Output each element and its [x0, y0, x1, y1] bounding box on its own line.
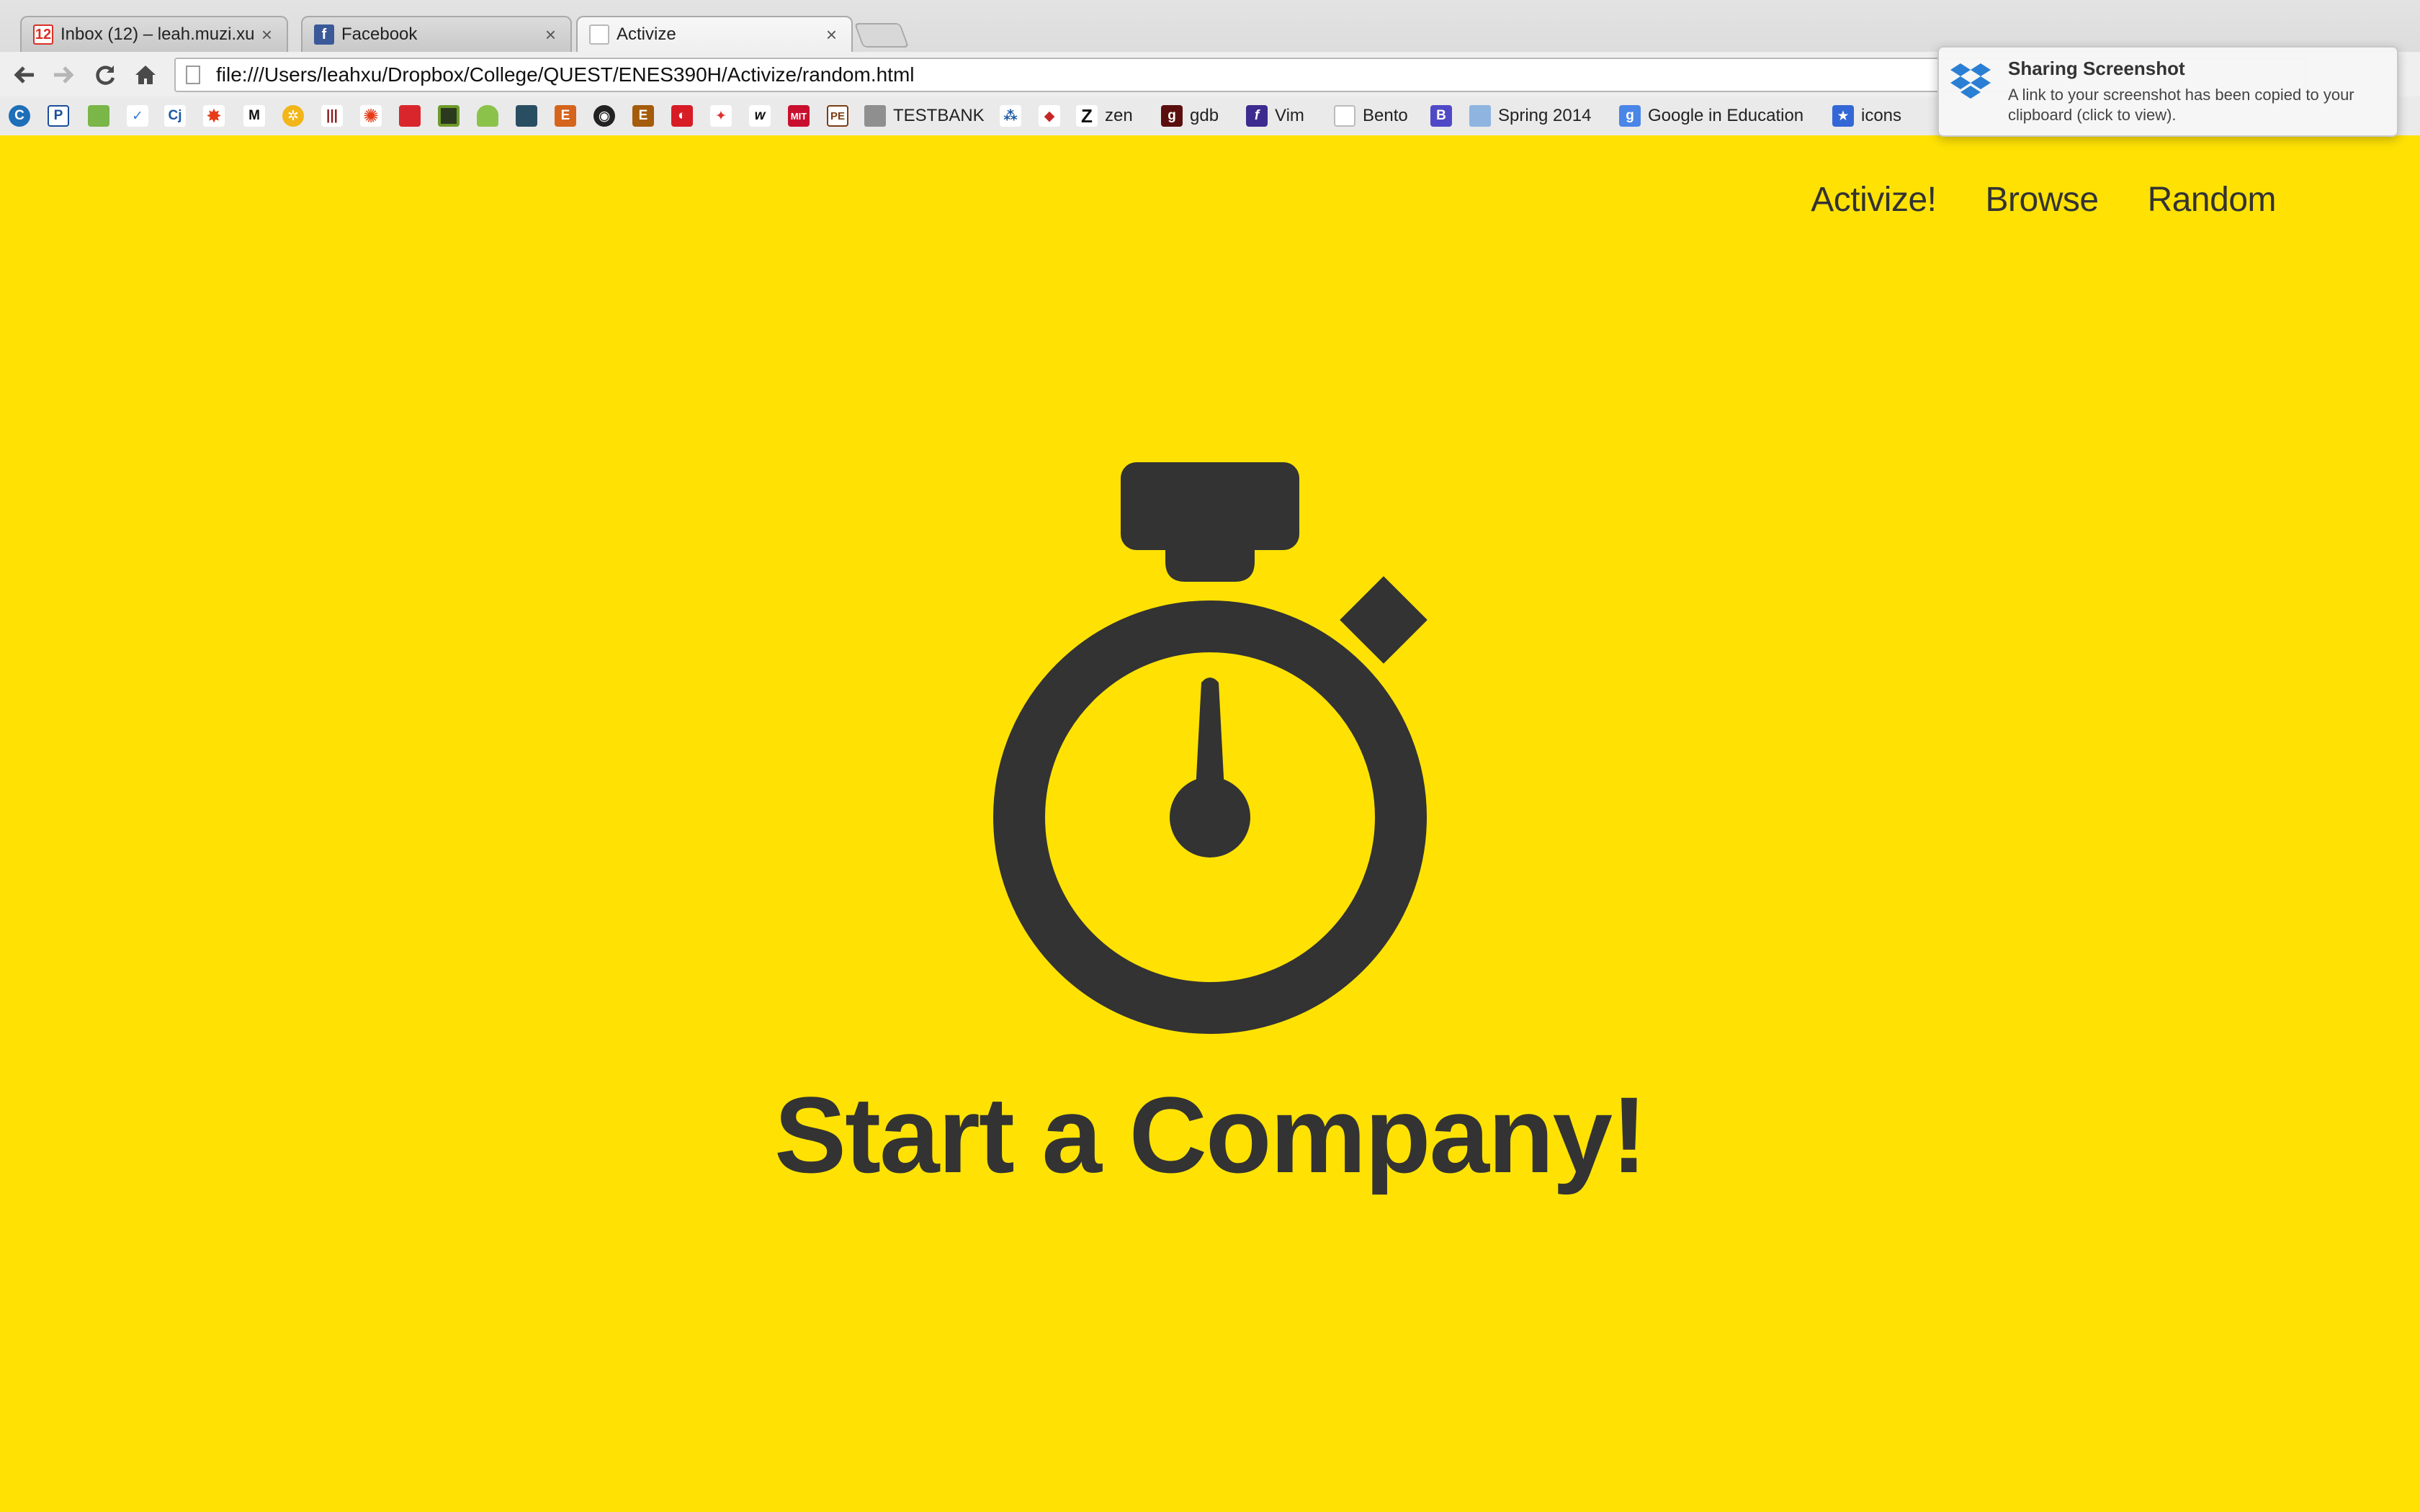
vim-icon: f [1246, 105, 1268, 127]
bookmark-icon[interactable]: E [632, 105, 654, 127]
close-icon[interactable]: × [545, 24, 556, 46]
bookmark-label: Google in Education [1648, 106, 1804, 125]
folder-icon [1469, 105, 1491, 127]
bookmark-icon[interactable] [516, 105, 537, 127]
forward-button[interactable] [48, 59, 79, 91]
bookmark-icon[interactable] [399, 105, 421, 127]
site-nav: Activize! Browse Random [1811, 180, 2276, 220]
bookmark-icon[interactable]: MIT [788, 105, 810, 127]
nav-browse[interactable]: Browse [1986, 180, 2099, 220]
bookmark-icon[interactable]: M [243, 105, 265, 127]
bookmark-icon[interactable]: ◉ [593, 105, 615, 127]
page-icon [589, 24, 609, 45]
star-icon: ★ [1832, 105, 1854, 127]
bookmark-icon[interactable]: ✸ [203, 105, 225, 127]
tab-facebook[interactable]: f Facebook × [301, 16, 572, 52]
nav-random[interactable]: Random [2148, 180, 2277, 220]
nav-activize[interactable]: Activize! [1811, 180, 1937, 220]
bookmark-label: TESTBANK [893, 106, 985, 125]
bookmark-label: Spring 2014 [1498, 106, 1592, 125]
back-button[interactable] [9, 59, 40, 91]
home-icon [135, 66, 156, 84]
arrow-left-icon [14, 66, 34, 84]
bookmark-icon[interactable]: ✓ [127, 105, 148, 127]
bookmark-icons[interactable]: ★ icons [1832, 104, 1901, 128]
bookmark-icon[interactable]: Cj [164, 105, 186, 127]
bookmark-icon[interactable]: B [1430, 105, 1452, 127]
zen-icon: Z [1076, 105, 1098, 127]
android-icon[interactable] [477, 105, 498, 127]
bookmark-icon[interactable]: C [9, 105, 30, 127]
bookmark-icon[interactable]: P [48, 105, 69, 127]
bookmark-icon[interactable]: w [749, 105, 771, 127]
tab-title: Inbox (12) – leah.muzi.xu@ [60, 24, 254, 44]
sharing-notification[interactable]: Sharing Screenshot A link to your screen… [1937, 46, 2398, 137]
reload-icon [96, 66, 115, 85]
bookmark-gdb[interactable]: g gdb [1161, 104, 1219, 128]
close-icon[interactable]: × [261, 24, 272, 46]
bookmark-label: zen [1105, 106, 1133, 125]
bookmark-spring-2014[interactable]: Spring 2014 [1469, 104, 1591, 128]
bookmark-zen[interactable]: Z zen [1076, 104, 1133, 128]
google-icon: g [1619, 105, 1641, 127]
network-icon[interactable]: ⁂ [1000, 105, 1021, 127]
home-button[interactable] [130, 59, 161, 91]
facebook-icon: f [314, 24, 334, 45]
bookmark-icon[interactable] [88, 105, 109, 127]
arrow-right-icon [54, 66, 74, 84]
ruby-icon[interactable]: ◆ [1039, 105, 1060, 127]
bookmark-label: icons [1861, 106, 1902, 125]
gdb-icon: g [1161, 105, 1183, 127]
stopwatch-icon [993, 462, 1428, 1034]
gmail-icon: 12 [33, 24, 53, 45]
notification-title: Sharing Screenshot [2008, 58, 2185, 79]
bookmark-testbank[interactable]: TESTBANK [864, 104, 985, 128]
tab-gmail[interactable]: 12 Inbox (12) – leah.muzi.xu@ × [20, 16, 288, 52]
bookmark-vim[interactable]: f Vim [1246, 104, 1304, 128]
headline: Start a Company! [774, 1074, 1647, 1195]
bookmark-icon[interactable]: ✺ [360, 105, 382, 127]
notification-message: A link to your screenshot has been copie… [2008, 86, 2354, 124]
tab-strip: 12 Inbox (12) – leah.muzi.xu@ × f Facebo… [0, 0, 2420, 52]
bookmark-icon[interactable]: ✦ [710, 105, 732, 127]
tab-title: Activize [617, 24, 676, 44]
bookmark-icon[interactable]: ||| [321, 105, 343, 127]
reload-button[interactable] [89, 59, 121, 91]
bookmark-label: gdb [1190, 106, 1219, 125]
bookmark-bento[interactable]: Bento [1334, 104, 1408, 128]
dropbox-icon [1950, 63, 1991, 99]
tab-activize[interactable]: Activize × [576, 16, 853, 52]
folder-icon [864, 105, 886, 127]
close-icon[interactable]: × [826, 24, 837, 46]
bookmark-icon[interactable]: PE [827, 105, 848, 127]
bookmark-google-in-education[interactable]: g Google in Education [1619, 104, 1803, 128]
page-icon [1334, 105, 1355, 127]
page-icon [186, 66, 200, 84]
bookmark-icon[interactable] [438, 105, 460, 127]
tab-title: Facebook [341, 24, 418, 44]
new-tab-button[interactable] [853, 23, 910, 48]
bookmark-icon[interactable]: ✲ [282, 105, 304, 127]
bookmark-label: Bento [1363, 106, 1408, 125]
bookmark-icon[interactable]: ◐ [671, 105, 693, 127]
address-url[interactable]: file:///Users/leahxu/Dropbox/College/QUE… [216, 63, 915, 86]
bookmark-label: Vim [1275, 106, 1304, 125]
bookmark-icon[interactable]: E [555, 105, 576, 127]
